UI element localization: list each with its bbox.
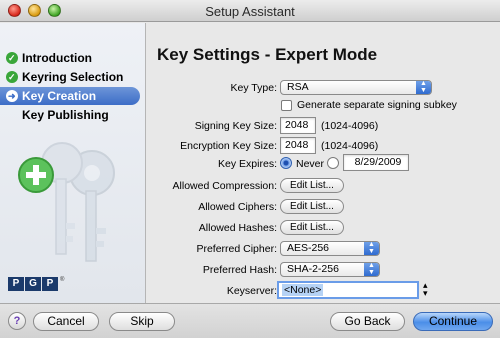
keyserver-combobox[interactable]: <None> xyxy=(277,281,419,299)
checkmark-icon xyxy=(6,49,18,67)
signing-key-size-label: Signing Key Size: xyxy=(194,120,277,132)
preferred-hash-label: Preferred Hash: xyxy=(202,264,277,276)
expires-date-radio[interactable] xyxy=(327,157,339,169)
button-bar: ? Cancel Skip Go Back Continue xyxy=(0,303,500,338)
key-expires-label: Key Expires: xyxy=(218,158,277,170)
expires-never-radio[interactable] xyxy=(280,157,292,169)
step-keyring-selection: Keyring Selection xyxy=(0,68,140,86)
step-label: Keyring Selection xyxy=(22,70,124,84)
edit-ciphers-button[interactable]: Edit List... xyxy=(280,199,344,214)
signing-key-size-range: (1024-4096) xyxy=(321,120,379,132)
key-type-label: Key Type: xyxy=(230,82,277,94)
encryption-key-size-range: (1024-4096) xyxy=(321,140,379,152)
step-label: Key Creation xyxy=(22,89,97,103)
step-introduction: Introduction xyxy=(0,49,140,67)
allowed-ciphers-label: Allowed Ciphers: xyxy=(198,201,277,213)
pgp-logo: P G P ® xyxy=(8,277,64,291)
updown-arrows-icon: ▲ ▼ xyxy=(364,241,379,255)
expiration-date-field[interactable]: 8/29/2009 xyxy=(343,154,409,171)
help-button[interactable]: ? xyxy=(8,312,26,330)
signing-subkey-label: Generate separate signing subkey xyxy=(297,99,457,111)
allowed-compression-label: Allowed Compression: xyxy=(172,180,277,192)
preferred-cipher-select[interactable]: AES-256 ▲ ▼ xyxy=(280,241,380,256)
encryption-key-size-label: Encryption Key Size: xyxy=(180,140,277,152)
key-type-select[interactable]: RSA ▲ ▼ xyxy=(280,80,432,95)
signing-subkey-checkbox[interactable] xyxy=(281,100,292,111)
arrow-right-icon xyxy=(6,87,18,105)
updown-arrows-icon: ▲ ▼ xyxy=(364,262,379,276)
page-title: Key Settings - Expert Mode xyxy=(157,45,378,64)
keyserver-label: Keyserver: xyxy=(226,285,277,297)
edit-hashes-button[interactable]: Edit List... xyxy=(280,220,344,235)
preferred-cipher-label: Preferred Cipher: xyxy=(196,243,277,255)
cancel-button[interactable]: Cancel xyxy=(33,312,99,331)
preferred-hash-select[interactable]: SHA-2-256 ▲ ▼ xyxy=(280,262,380,277)
key-settings-panel: Key Settings - Expert Mode Key Type: RSA… xyxy=(147,23,500,303)
step-label: Key Publishing xyxy=(22,108,109,122)
steps-sidebar: Introduction Keyring Selection Key Creat… xyxy=(0,23,146,303)
keyserver-stepper-icon[interactable]: ▴ ▾ xyxy=(423,281,428,298)
keys-illustration-icon xyxy=(18,142,115,262)
allowed-hashes-label: Allowed Hashes: xyxy=(198,222,277,234)
encryption-key-size-field[interactable]: 2048 xyxy=(280,137,316,154)
title-bar: Setup Assistant xyxy=(0,0,500,22)
checkmark-icon xyxy=(6,68,18,86)
edit-compression-button[interactable]: Edit List... xyxy=(280,178,344,193)
continue-button[interactable]: Continue xyxy=(413,312,493,331)
expires-never-label: Never xyxy=(296,158,325,170)
step-key-publishing: Key Publishing xyxy=(0,106,140,124)
step-key-creation: Key Creation xyxy=(0,87,140,105)
window-title: Setup Assistant xyxy=(205,4,295,19)
go-back-button[interactable]: Go Back xyxy=(330,312,405,331)
signing-key-size-field[interactable]: 2048 xyxy=(280,117,316,134)
step-label: Introduction xyxy=(22,51,92,65)
skip-button[interactable]: Skip xyxy=(109,312,175,331)
updown-arrows-icon: ▲ ▼ xyxy=(416,80,431,94)
